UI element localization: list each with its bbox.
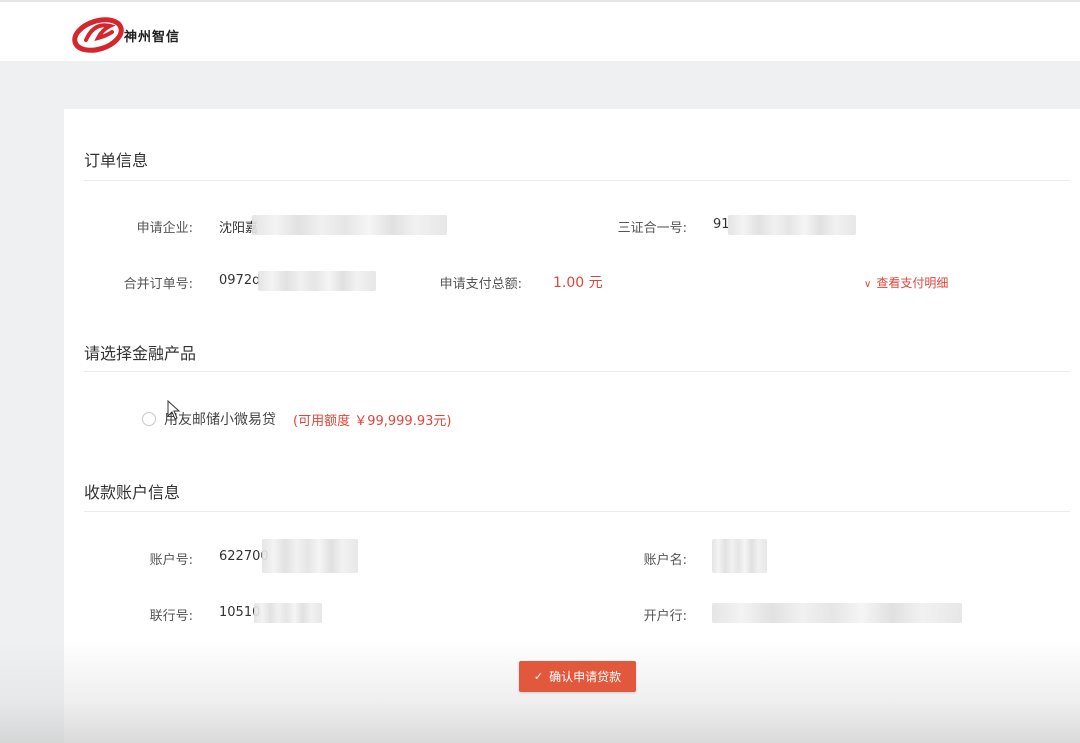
account-section-title: 收款账户信息 xyxy=(84,483,181,502)
product-quota: (可用额度 ￥99,999.93元) xyxy=(293,414,452,429)
confirm-loan-label: 确认申请贷款 xyxy=(549,670,622,684)
merged-order-redacted xyxy=(258,271,376,291)
merged-order-label: 合并订单号: xyxy=(123,277,193,292)
chevron-down-icon: ∨ xyxy=(864,279,872,290)
order-divider xyxy=(84,180,1070,181)
logo-text: 神州智信 xyxy=(124,30,181,45)
bank-label: 开户行: xyxy=(643,609,687,624)
logo[interactable]: 神州智信 xyxy=(72,14,192,56)
company-label: 申请企业: xyxy=(136,221,193,236)
mouse-cursor-icon xyxy=(167,400,181,420)
account-name-redacted xyxy=(712,539,767,573)
account-divider xyxy=(84,511,1070,512)
order-section-title: 订单信息 xyxy=(84,151,149,170)
main-card: 订单信息 申请企业: 沈阳嘉 三证合一号: 91 合并订单号: 0972d 申请… xyxy=(64,109,1080,743)
top-bar: 神州智信 xyxy=(0,0,1080,61)
view-payment-detail-link[interactable]: ∨ 查看支付明细 xyxy=(864,274,948,291)
check-icon: ✓ xyxy=(533,671,544,683)
confirm-loan-button[interactable]: ✓ 确认申请贷款 xyxy=(519,661,636,692)
credit-code-label: 三证合一号: xyxy=(617,221,687,236)
merged-order-value: 0972d xyxy=(219,273,261,288)
account-name-label: 账户名: xyxy=(643,553,687,568)
account-number-label: 账户号: xyxy=(149,553,193,568)
company-value-redacted xyxy=(252,215,447,235)
product-divider xyxy=(84,371,1070,372)
bank-redacted xyxy=(712,603,962,623)
view-payment-detail-label: 查看支付明细 xyxy=(876,276,949,290)
bank-no-label: 联行号: xyxy=(149,609,193,624)
account-number-redacted xyxy=(262,539,358,573)
total-amount: 1.00 元 xyxy=(553,275,603,291)
product-section-title: 请选择金融产品 xyxy=(84,344,197,363)
logo-icon xyxy=(72,17,124,53)
bank-no-redacted xyxy=(254,603,322,623)
credit-code-redacted xyxy=(728,215,856,235)
total-label: 申请支付总额: xyxy=(439,277,522,292)
product-radio[interactable] xyxy=(142,412,156,426)
